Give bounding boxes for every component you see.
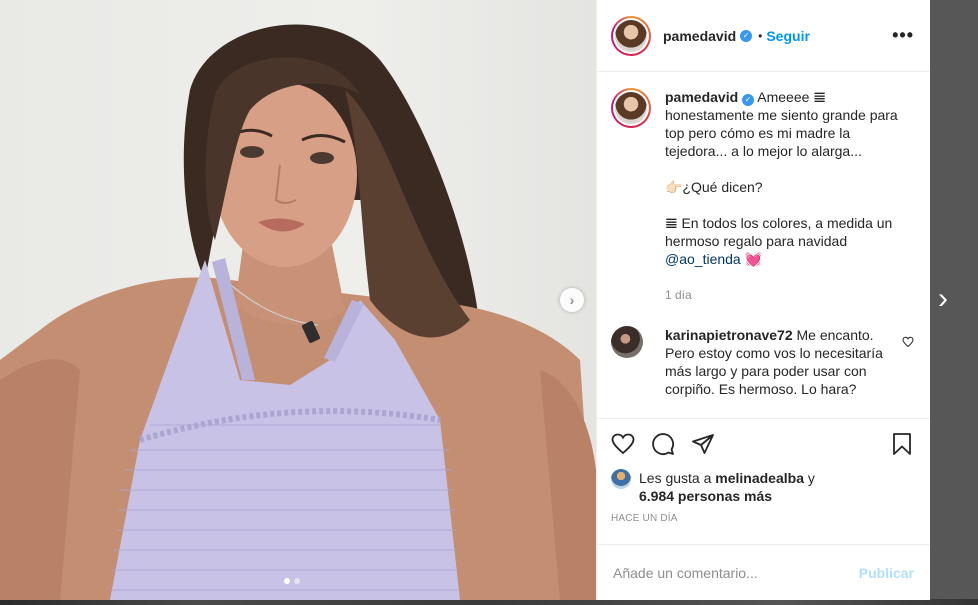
caption-mention-link[interactable]: @ao_tienda <box>665 251 741 267</box>
next-post-chevron-icon[interactable]: › <box>938 284 948 314</box>
verified-icon: ✓ <box>740 29 753 42</box>
caption-text-3: 𝌆 En todos los colores, a medida un herm… <box>665 215 893 249</box>
posted-time[interactable]: HACE UN DÍA <box>611 513 914 524</box>
heart-icon[interactable] <box>611 432 635 456</box>
add-comment-bar: Publicar <box>597 544 930 600</box>
header-bullet: • <box>758 28 763 43</box>
caption-time[interactable]: 1 día <box>665 286 905 304</box>
caption-text-2: 👉🏻¿Qué dicen? <box>665 179 763 195</box>
caption-paragraph-3: 𝌆 En todos los colores, a medida un herm… <box>665 214 905 268</box>
comment-input[interactable] <box>613 564 859 581</box>
caption-username[interactable]: pamedavid <box>665 89 738 105</box>
verified-icon: ✓ <box>742 94 755 106</box>
chevron-right-icon: › <box>569 292 575 308</box>
post-actions: Les gusta a melinadealba y 6.984 persona… <box>597 418 930 544</box>
post-photo[interactable]: › <box>0 0 596 600</box>
author-username[interactable]: pamedavid <box>663 28 736 44</box>
commenter-avatar[interactable] <box>611 326 643 358</box>
comment-icon[interactable] <box>651 432 675 456</box>
likes-others-link[interactable]: 6.984 personas más <box>639 488 772 504</box>
post-side-panel: pamedavid ✓ • Seguir ••• pamedavid ✓ Amee… <box>596 0 930 600</box>
publish-button[interactable]: Publicar <box>859 565 914 581</box>
follow-button[interactable]: Seguir <box>766 28 810 44</box>
likes-user-link[interactable]: melinadealba <box>715 470 804 486</box>
carousel-dot <box>294 578 300 584</box>
caption: pamedavid ✓ Ameeee 𝌆 honestamente me sien… <box>611 88 914 304</box>
comment-heart-icon[interactable] <box>902 336 914 351</box>
caption-emoji: 💓 <box>744 251 763 267</box>
post-header: pamedavid ✓ • Seguir ••• <box>597 0 930 72</box>
carousel-next-button[interactable]: › <box>560 288 584 312</box>
likes-connector: y <box>807 470 815 486</box>
liker-avatar[interactable] <box>611 469 631 489</box>
post-modal: › pamedavid ✓ • Seguir ••• pamedavid ✓ A… <box>0 0 930 600</box>
caption-avatar[interactable] <box>611 88 651 128</box>
carousel-dot <box>284 578 290 584</box>
author-avatar[interactable] <box>611 15 651 56</box>
comment-username[interactable]: karinapietronave72 <box>665 327 793 343</box>
share-icon[interactable] <box>691 432 715 456</box>
action-icons <box>611 429 914 459</box>
more-icon[interactable]: ••• <box>892 25 914 46</box>
comment-body: karinapietronave72 Me encanto. Pero esto… <box>665 326 883 398</box>
comment-item: karinapietronave72 Me encanto. Pero esto… <box>611 326 914 398</box>
likes-summary: Les gusta a melinadealba y 6.984 persona… <box>611 469 914 505</box>
save-icon[interactable] <box>890 432 914 456</box>
carousel-dots <box>284 578 300 584</box>
caption-body: pamedavid ✓ Ameeee 𝌆 honestamente me sien… <box>665 88 905 304</box>
photo-illustration <box>0 24 596 600</box>
comments-section[interactable]: pamedavid ✓ Ameeee 𝌆 honestamente me sien… <box>597 72 930 418</box>
likes-prefix: Les gusta a <box>639 470 712 486</box>
